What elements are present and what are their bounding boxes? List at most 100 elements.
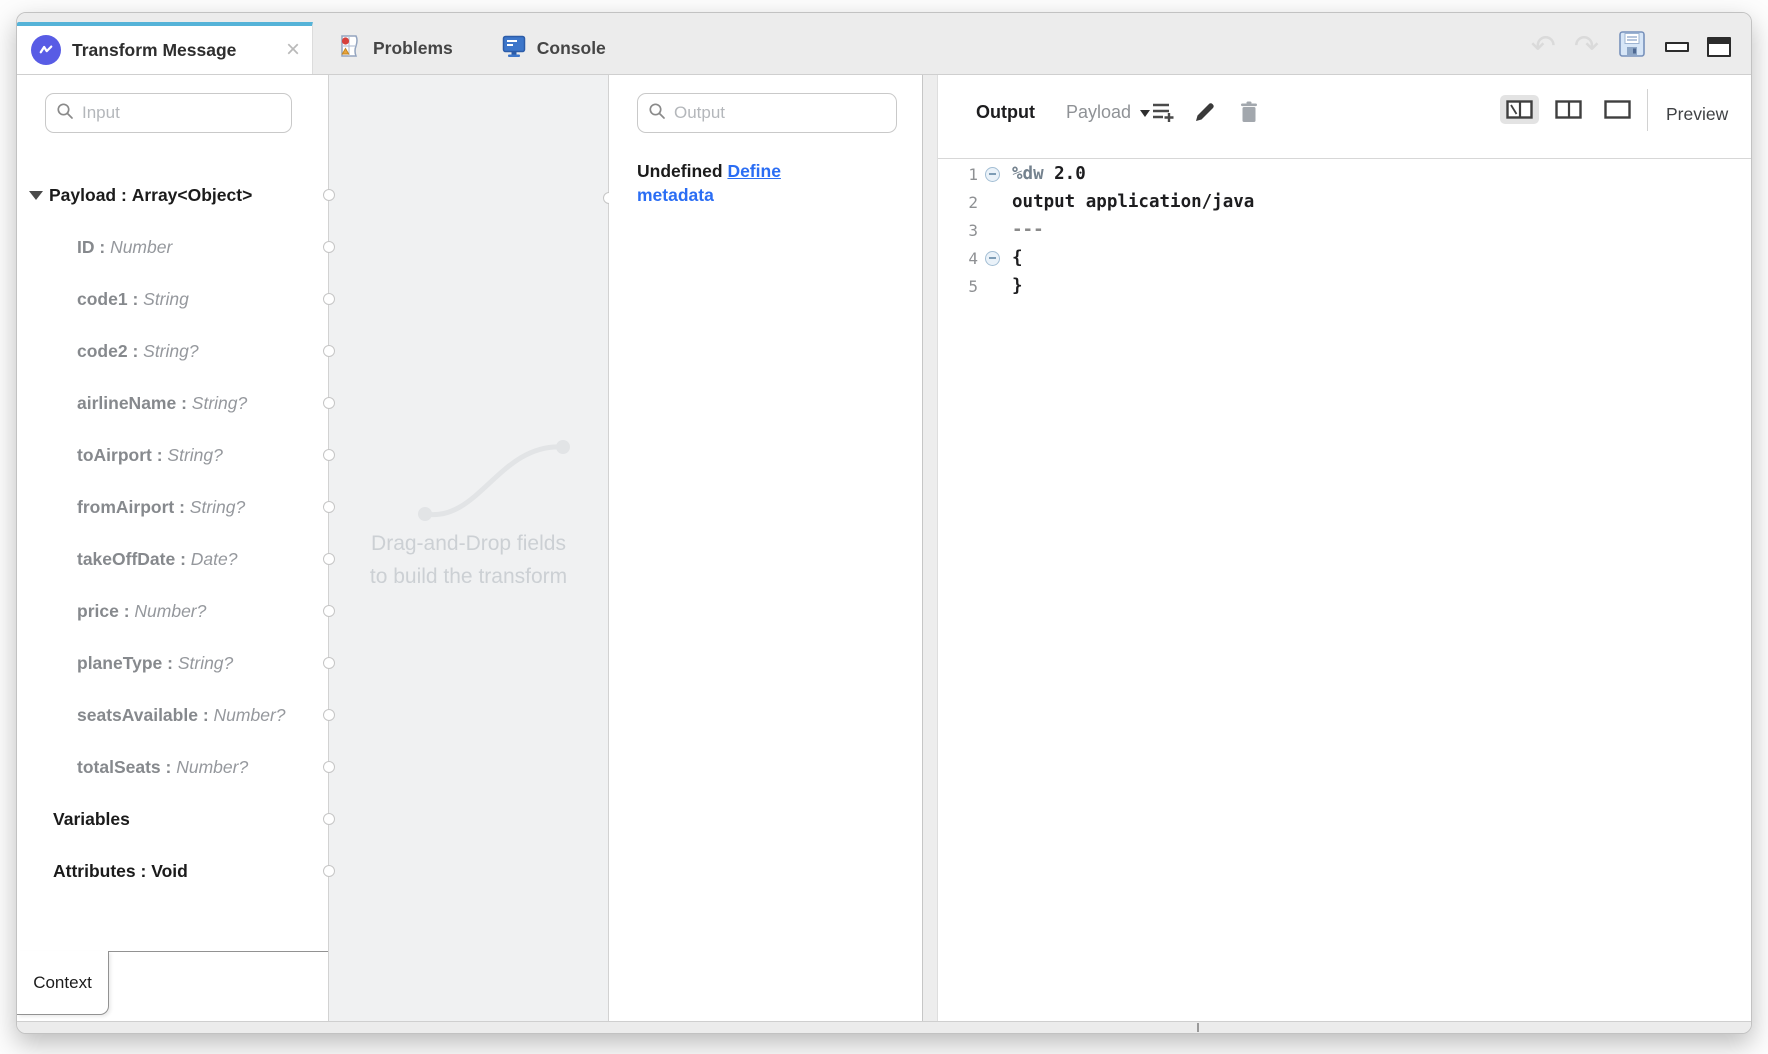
code-token: } <box>1012 276 1023 296</box>
save-icon[interactable] <box>1617 29 1647 64</box>
tab-label: Transform Message <box>72 40 275 61</box>
tree-type: String? <box>167 445 222 466</box>
restore-icon[interactable] <box>1707 37 1731 57</box>
search-icon <box>648 102 666 125</box>
tree-row-variables[interactable]: Variables <box>17 793 328 845</box>
input-search-input[interactable] <box>82 103 281 123</box>
tree-label: Variables <box>53 809 130 830</box>
line-number: 2 <box>938 193 978 212</box>
tree-label: totalSeats <box>77 757 161 778</box>
window-action-bar: ↶ ↷ <box>1531 29 1731 64</box>
two-column-view-icon[interactable] <box>1549 95 1588 124</box>
tree-row-toairport[interactable]: toAirport : String? <box>17 429 328 481</box>
drag-anchor[interactable] <box>323 397 335 409</box>
console-icon <box>501 33 527 64</box>
define-metadata-link[interactable]: metadata <box>637 185 714 205</box>
panel-sash[interactable] <box>922 75 938 1021</box>
code-line: 2 output application/java <box>938 188 1751 216</box>
drag-anchor[interactable] <box>323 605 335 617</box>
tree-row-price[interactable]: price : Number? <box>17 585 328 637</box>
hint-line: Drag-and-Drop fields <box>329 527 608 560</box>
output-search-input[interactable] <box>674 103 886 123</box>
edit-icon[interactable] <box>1190 97 1220 127</box>
selector-value: Payload <box>1066 102 1131 123</box>
minimize-icon[interactable] <box>1665 42 1689 52</box>
graphical-split-view-icon[interactable] <box>1500 95 1539 124</box>
tree-row-id[interactable]: ID : Number <box>17 221 328 273</box>
editor-header: Output Payload <box>938 75 1751 159</box>
tree-row-airlinename[interactable]: airlineName : String? <box>17 377 328 429</box>
tree-row-fromairport[interactable]: fromAirport : String? <box>17 481 328 533</box>
drag-anchor[interactable] <box>323 813 335 825</box>
tab-label: Problems <box>373 38 453 59</box>
tree-label: code2 <box>77 341 128 362</box>
sash-handle[interactable] <box>1197 1023 1199 1032</box>
tree-type: String? <box>192 393 247 414</box>
drag-anchor[interactable] <box>323 865 335 877</box>
code-line: 3 --- <box>938 216 1751 244</box>
delete-icon[interactable] <box>1234 97 1264 127</box>
add-transform-icon[interactable] <box>1148 97 1178 127</box>
code-token: --- <box>1012 220 1044 240</box>
tab-context[interactable]: Context <box>17 951 109 1015</box>
editor-output-title: Output <box>976 102 1035 123</box>
tree-row-planetype[interactable]: planeType : String? <box>17 637 328 689</box>
fold-collapse-icon[interactable] <box>985 167 1000 182</box>
drag-anchor[interactable] <box>323 501 335 513</box>
define-metadata-link[interactable]: Define <box>727 161 780 181</box>
undo-icon[interactable]: ↶ <box>1531 33 1556 61</box>
tree-label: takeOffDate <box>77 549 175 570</box>
dataweave-icon <box>31 35 61 65</box>
tree-row-totalseats[interactable]: totalSeats : Number? <box>17 741 328 793</box>
tree-row-code2[interactable]: code2 : String? <box>17 325 328 377</box>
close-icon[interactable]: × <box>286 38 300 62</box>
tree-label: planeType <box>77 653 162 674</box>
metadata-status: Undefined <box>637 161 723 181</box>
drag-anchor[interactable] <box>323 449 335 461</box>
tab-problems[interactable]: Problems <box>313 22 477 74</box>
drag-anchor[interactable] <box>323 657 335 669</box>
drag-anchor[interactable] <box>323 709 335 721</box>
tree-row-seatsavailable[interactable]: seatsAvailable : Number? <box>17 689 328 741</box>
view-toggle-group <box>1500 95 1637 124</box>
drag-anchor[interactable] <box>323 761 335 773</box>
fold-collapse-icon[interactable] <box>985 251 1000 266</box>
collapse-triangle-icon[interactable] <box>29 191 43 200</box>
input-search-box <box>45 93 292 133</box>
tree-separator: : <box>175 549 191 570</box>
redo-icon[interactable]: ↷ <box>1574 33 1599 61</box>
tree-row-takeoffdate[interactable]: takeOffDate : Date? <box>17 533 328 585</box>
output-target-selector[interactable]: Payload <box>1066 102 1150 123</box>
tree-row-attributes[interactable]: Attributes : Void <box>17 845 328 897</box>
tree-type: String? <box>143 341 198 362</box>
single-column-view-icon[interactable] <box>1598 95 1637 124</box>
tree-separator: : <box>152 445 168 466</box>
tree-row-payload[interactable]: Payload : Array<Object> <box>17 169 328 221</box>
line-number: 1 <box>938 165 978 184</box>
status-bar <box>17 1021 1751 1033</box>
output-panel: Undefined Define metadata <box>609 75 922 1021</box>
tree-label: fromAirport <box>77 497 174 518</box>
tree-separator: : <box>162 653 178 674</box>
dataweave-code-editor[interactable]: 1 %dw 2.0 2 output application/java 3 --… <box>938 159 1751 1021</box>
header-divider <box>1647 89 1648 131</box>
drag-anchor[interactable] <box>323 293 335 305</box>
code-line: 5 } <box>938 272 1751 300</box>
tab-console[interactable]: Console <box>477 22 630 74</box>
tree-type: Date? <box>191 549 238 570</box>
tree-separator: : <box>128 289 144 310</box>
drag-anchor[interactable] <box>323 189 335 201</box>
preview-toggle[interactable]: Preview <box>1666 104 1728 125</box>
output-search-box <box>637 93 897 133</box>
tree-type: Number? <box>176 757 248 778</box>
tree-row-code1[interactable]: code1 : String <box>17 273 328 325</box>
tab-transform-message[interactable]: Transform Message × <box>17 22 313 74</box>
code-token: output application/java <box>1012 192 1254 212</box>
tree-type: Number <box>110 237 172 258</box>
code-line: 1 %dw 2.0 <box>938 160 1751 188</box>
drag-anchor[interactable] <box>323 345 335 357</box>
tree-separator: : <box>136 861 152 882</box>
code-line: 4 { <box>938 244 1751 272</box>
tree-label: ID <box>77 237 95 258</box>
drag-anchor[interactable] <box>323 241 335 253</box>
